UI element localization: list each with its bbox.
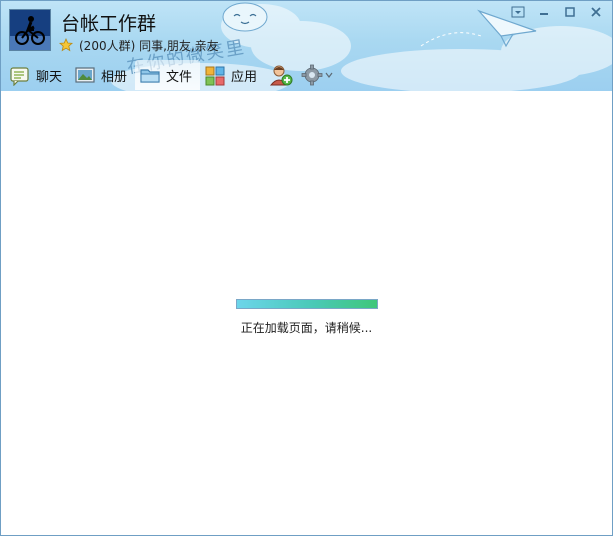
maximize-button[interactable] [558, 4, 582, 20]
menu-down-icon [511, 6, 525, 18]
group-tabs: 聊天 相册 文件 应用 [5, 59, 337, 91]
tab-files-label: 文件 [166, 69, 193, 85]
level-star-icon [59, 38, 73, 52]
window-header: 在你的微笑里 台帐工作群 (200人群) 同事,朋友,亲友 聊天 相册 文件 应… [1, 1, 612, 91]
minimize-icon [540, 13, 548, 15]
qq-group-window: 在你的微笑里 台帐工作群 (200人群) 同事,朋友,亲友 聊天 相册 文件 应… [0, 0, 613, 536]
settings-button[interactable] [297, 60, 337, 90]
tab-apps[interactable]: 应用 [200, 60, 265, 90]
tab-files[interactable]: 文件 [135, 60, 201, 90]
chevron-down-icon [325, 72, 333, 78]
gear-icon [301, 64, 323, 86]
tab-album-label: 相册 [101, 69, 128, 85]
window-controls [506, 4, 608, 20]
close-button[interactable] [584, 4, 608, 20]
loading-progress-fill [237, 300, 377, 308]
group-avatar[interactable] [9, 9, 51, 51]
add-member-icon [270, 65, 293, 86]
group-title: 台帐工作群 [61, 13, 157, 35]
tab-chat[interactable]: 聊天 [5, 60, 70, 90]
tab-album[interactable]: 相册 [70, 60, 135, 90]
folder-icon [140, 69, 160, 83]
group-info-text: (200人群) 同事,朋友,亲友 [79, 38, 219, 53]
chat-icon [10, 67, 29, 86]
tab-chat-label: 聊天 [36, 69, 63, 85]
minimize-button[interactable] [532, 4, 556, 20]
album-icon [75, 67, 95, 83]
menu-button[interactable] [506, 4, 530, 20]
cyclist-icon [10, 10, 50, 50]
close-icon [591, 7, 601, 17]
loading-progress-bar [236, 299, 378, 309]
tab-apps-label: 应用 [231, 69, 258, 85]
loading-text: 正在加载页面，请稍候... [240, 321, 373, 335]
files-content-area: 正在加载页面，请稍候... [1, 91, 612, 535]
apps-icon [205, 66, 225, 86]
group-subtitle: (200人群) 同事,朋友,亲友 [59, 37, 219, 53]
add-member-button[interactable] [265, 60, 297, 90]
maximize-icon [565, 7, 575, 17]
